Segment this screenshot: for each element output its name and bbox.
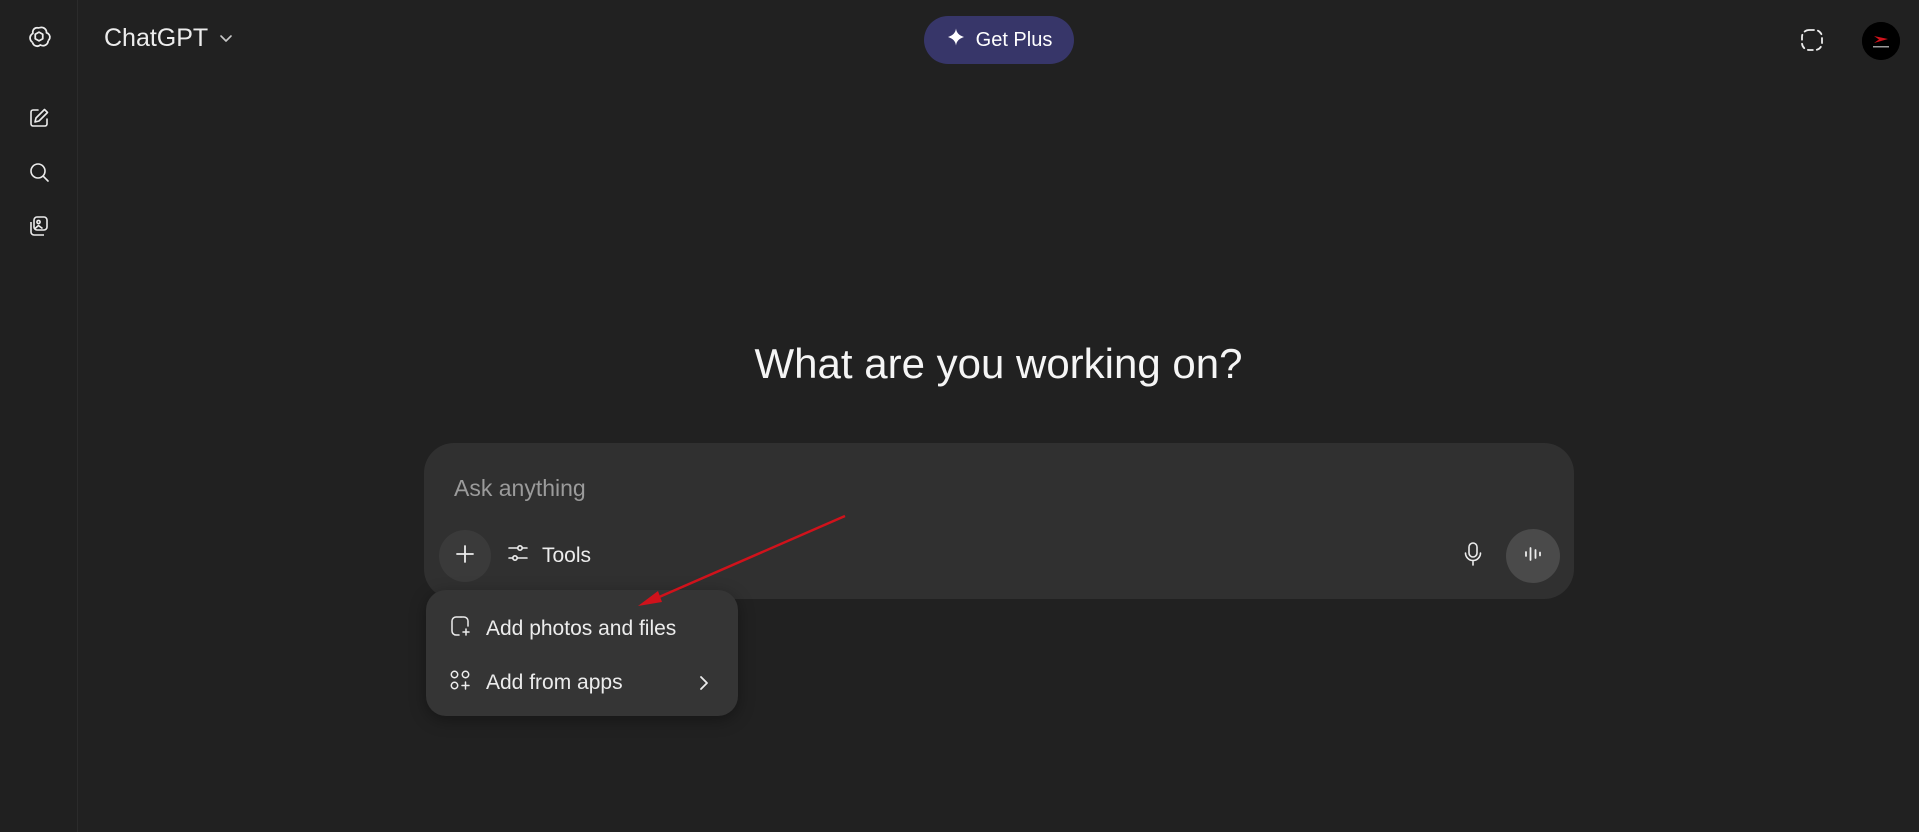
attach-menu: Add photos and files Add from apps <box>426 590 738 716</box>
tools-label: Tools <box>542 544 592 567</box>
library-icon[interactable] <box>24 211 54 241</box>
chevron-down-icon <box>218 24 234 53</box>
sparkle-icon <box>946 27 966 53</box>
plus-icon <box>453 542 477 571</box>
voice-mode-icon <box>1521 542 1545 571</box>
new-chat-icon[interactable] <box>24 103 54 133</box>
composer: Tools <box>424 443 1574 599</box>
voice-mode-button[interactable] <box>1506 529 1560 583</box>
microphone-icon <box>1461 541 1485 572</box>
dictate-button[interactable] <box>1454 537 1492 575</box>
temporary-chat-icon[interactable] <box>1796 24 1828 56</box>
search-icon[interactable] <box>24 157 54 187</box>
add-attachment-button[interactable] <box>439 530 491 582</box>
get-plus-label: Get Plus <box>975 28 1053 51</box>
apps-icon <box>448 668 472 698</box>
menu-item-label: Add photos and files <box>486 617 677 640</box>
annotation-arrow <box>638 514 846 606</box>
tools-button[interactable]: Tools <box>506 537 591 575</box>
model-selector[interactable]: ChatGPT <box>104 24 234 53</box>
page-title: What are you working on? <box>754 340 1243 387</box>
chevron-right-icon <box>696 671 712 701</box>
model-name: ChatGPT <box>104 24 209 52</box>
menu-item-label: Add from apps <box>486 671 623 694</box>
sidebar-rail <box>0 0 78 832</box>
menu-item-add-from-apps[interactable]: Add from apps <box>434 659 730 707</box>
menu-item-add-photos-files[interactable]: Add photos and files <box>434 605 730 653</box>
prompt-input[interactable] <box>454 471 1534 505</box>
get-plus-button[interactable]: Get Plus <box>924 16 1074 64</box>
avatar[interactable] <box>1862 22 1900 60</box>
sliders-icon <box>506 541 530 571</box>
attach-file-icon <box>448 614 472 644</box>
openai-logo-icon[interactable] <box>24 24 54 54</box>
